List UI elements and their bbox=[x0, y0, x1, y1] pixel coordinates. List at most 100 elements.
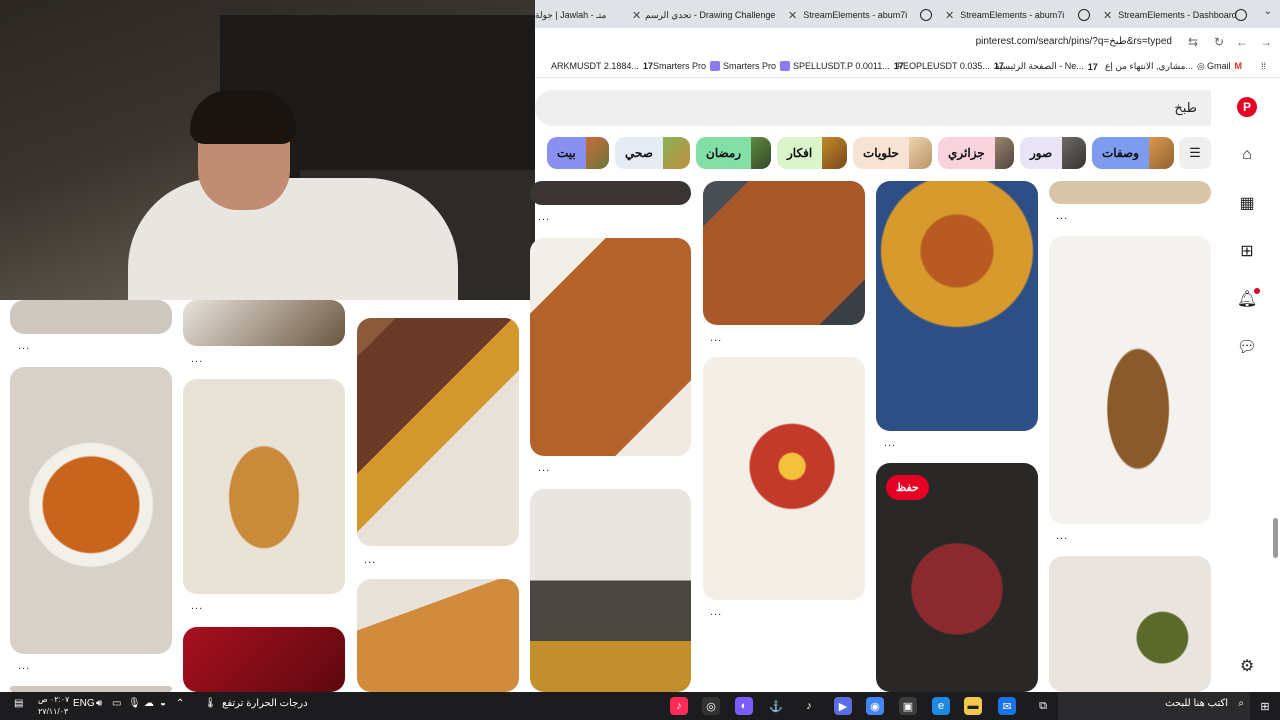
pin-image-croissant[interactable] bbox=[183, 379, 345, 594]
url-field[interactable]: pinterest.com/search/pins/?q=طبخ&rs=type… bbox=[976, 36, 1172, 47]
chip-ramadan[interactable]: رمضان bbox=[696, 137, 771, 169]
bookmark-item[interactable]: Smarters Pro bbox=[723, 61, 791, 71]
bookmark-item[interactable]: SPELLUSDT.P 0.0011... 17 bbox=[793, 61, 904, 71]
obs-icon[interactable]: ◎ bbox=[702, 697, 720, 715]
app-icon[interactable]: ⚓ bbox=[767, 697, 785, 715]
clock-time[interactable]: ٠٢:٠٧ ص bbox=[38, 695, 69, 704]
pin-more-icon[interactable]: ... bbox=[538, 462, 550, 474]
messages-icon[interactable]: 💬︎ bbox=[1236, 336, 1258, 358]
pin-image[interactable] bbox=[530, 181, 691, 205]
pin-image[interactable] bbox=[1049, 181, 1211, 204]
bookmark-item[interactable]: ARKMUSDT 2.1884... 17 bbox=[551, 61, 653, 71]
explore-icon[interactable]: ▦ bbox=[1236, 192, 1258, 214]
pin-image-kitchen[interactable] bbox=[530, 489, 691, 692]
pin-more-icon[interactable]: ... bbox=[710, 332, 722, 344]
pin-more-icon[interactable]: ... bbox=[18, 340, 30, 352]
chip-beit[interactable]: بيت bbox=[547, 137, 609, 169]
pin-image-breakfast[interactable] bbox=[703, 357, 865, 600]
create-icon[interactable]: ⊞ bbox=[1236, 240, 1258, 262]
chip-afkar[interactable]: افكار bbox=[777, 137, 847, 169]
site-settings-icon[interactable]: ⇆ bbox=[1188, 35, 1198, 49]
browser-tab-bar: جولة | Jawlah - متـ ✕ تحدي الرسم - Drawi… bbox=[535, 0, 1280, 28]
media-player-icon[interactable]: ▶ bbox=[834, 697, 852, 715]
microphone-icon[interactable]: 🎙︎ bbox=[128, 698, 141, 709]
search-bar[interactable]: طبخ bbox=[535, 90, 1211, 126]
chevron-up-icon[interactable]: ⌃ bbox=[176, 698, 184, 709]
pin-image[interactable] bbox=[10, 300, 172, 334]
pin-image-pide[interactable] bbox=[530, 238, 691, 456]
notification-center-icon[interactable]: ▤ bbox=[14, 698, 23, 709]
forward-icon[interactable]: → bbox=[1260, 35, 1272, 49]
tab-jawlah[interactable]: جولة | Jawlah - متـ bbox=[535, 4, 630, 26]
bookmark-label: Gmail bbox=[1207, 61, 1231, 71]
network-icon[interactable]: ◒ bbox=[160, 698, 166, 709]
tab-streamelements-2[interactable]: ✕ StreamElements - abum7i bbox=[945, 4, 1085, 26]
edge-icon[interactable]: e bbox=[932, 697, 950, 715]
close-icon[interactable]: ✕ bbox=[1103, 9, 1112, 22]
windows-start-icon[interactable]: ⊞ bbox=[1256, 697, 1274, 715]
task-view-icon[interactable]: ⧉ bbox=[1034, 697, 1052, 715]
webcam-person-hair bbox=[190, 90, 296, 144]
chrome-icon[interactable]: ◉ bbox=[866, 697, 884, 715]
monitor-icon[interactable]: ▭ bbox=[112, 698, 121, 709]
outlook-icon[interactable]: ✉ bbox=[998, 697, 1016, 715]
weather-text[interactable]: درجات الحرارة ترتفع bbox=[222, 698, 308, 709]
close-icon[interactable]: ✕ bbox=[632, 4, 644, 26]
settings-icon[interactable]: ⚙ bbox=[1236, 655, 1258, 677]
search-input[interactable]: طبخ bbox=[1174, 100, 1197, 116]
app-icon[interactable]: ◐ bbox=[735, 697, 753, 715]
volume-icon[interactable]: 🔊︎ bbox=[96, 698, 102, 709]
pin-image-red-pattern[interactable] bbox=[183, 627, 345, 692]
bookmark-item[interactable]: Smarters Pro bbox=[653, 61, 721, 71]
bookmark-item[interactable]: PEOPLEUSDT 0.035... 17 bbox=[897, 61, 1004, 71]
pin-image-schnitzel[interactable] bbox=[357, 579, 519, 692]
pin-more-icon[interactable]: ... bbox=[191, 600, 203, 612]
pin-image-mushrooms[interactable] bbox=[183, 300, 345, 346]
chip-sihi[interactable]: صحي bbox=[615, 137, 690, 169]
pin-more-icon[interactable]: ... bbox=[710, 606, 722, 618]
cloud-icon[interactable]: ☁ bbox=[144, 698, 154, 709]
thermometer-icon[interactable]: 🌡︎ bbox=[204, 698, 217, 709]
pinterest-logo-icon[interactable]: P bbox=[1236, 96, 1258, 118]
tab-streamelements-dashboard[interactable]: ✕ StreamElements - Dashboard bbox=[1103, 4, 1253, 26]
chip-sour[interactable]: صور bbox=[1020, 137, 1086, 169]
tab-drawing-challenge[interactable]: تحدي الرسم - Drawing Challenge bbox=[645, 4, 775, 26]
scrollbar-thumb[interactable] bbox=[1273, 518, 1278, 558]
store-icon[interactable]: ▣ bbox=[899, 697, 917, 715]
clock-date[interactable]: ٢٧/١١/٠٣ bbox=[38, 707, 68, 716]
bookmark-item[interactable]: مشاري, الانتهاء من إع... ◎ bbox=[1105, 61, 1205, 72]
pin-more-icon[interactable]: ... bbox=[1056, 530, 1068, 542]
tab-streamelements-1[interactable]: ✕ StreamElements - abum7i bbox=[788, 4, 928, 26]
save-button[interactable]: حفظ bbox=[886, 475, 929, 500]
close-icon[interactable]: ✕ bbox=[945, 9, 954, 22]
pin-more-icon[interactable]: ... bbox=[538, 211, 550, 223]
language-indicator[interactable]: ENG bbox=[73, 698, 95, 709]
pin-image-noodles[interactable] bbox=[10, 367, 172, 654]
tiktok-live-icon[interactable]: ♪ bbox=[670, 697, 688, 715]
chip-wasfat[interactable]: وصفات bbox=[1092, 137, 1174, 169]
bookmark-item[interactable]: Gmail M bbox=[1207, 61, 1242, 71]
tiktok-icon[interactable]: ♪ bbox=[800, 697, 818, 715]
pin-image-grilled-fish[interactable] bbox=[1049, 236, 1211, 524]
back-icon[interactable]: ← bbox=[1236, 35, 1248, 49]
pin-more-icon[interactable]: ... bbox=[191, 353, 203, 365]
chip-halawiyat[interactable]: حلويات bbox=[853, 137, 932, 169]
close-icon[interactable]: ✕ bbox=[788, 9, 797, 22]
pin-image-olives[interactable] bbox=[1049, 556, 1211, 692]
reload-icon[interactable]: ↻ bbox=[1214, 35, 1224, 49]
pin-more-icon[interactable]: ... bbox=[884, 437, 896, 449]
pin-image-chicken-rice[interactable] bbox=[876, 181, 1038, 431]
home-icon[interactable]: ⌂ bbox=[1236, 144, 1258, 166]
pin-image-kebab[interactable] bbox=[357, 318, 519, 546]
pin-more-icon[interactable]: ... bbox=[364, 554, 376, 566]
taskbar-search[interactable]: اكتب هنا للبحث ⌕ bbox=[1058, 692, 1250, 720]
apps-icon[interactable]: ⁞⁞ bbox=[1261, 61, 1266, 71]
chip-jazairi[interactable]: جزائري bbox=[938, 137, 1014, 169]
file-explorer-icon[interactable]: ▬ bbox=[964, 697, 982, 715]
bookmark-item[interactable]: الصفحة الرئيسية - Ne... 17 bbox=[995, 61, 1098, 72]
pin-more-icon[interactable]: ... bbox=[18, 660, 30, 672]
pin-image-steak[interactable]: حفظ bbox=[876, 463, 1038, 692]
chevron-down-icon[interactable]: ⌄ bbox=[1264, 6, 1272, 17]
pin-more-icon[interactable]: ... bbox=[1056, 210, 1068, 222]
pin-image-lahmacun[interactable] bbox=[703, 181, 865, 325]
